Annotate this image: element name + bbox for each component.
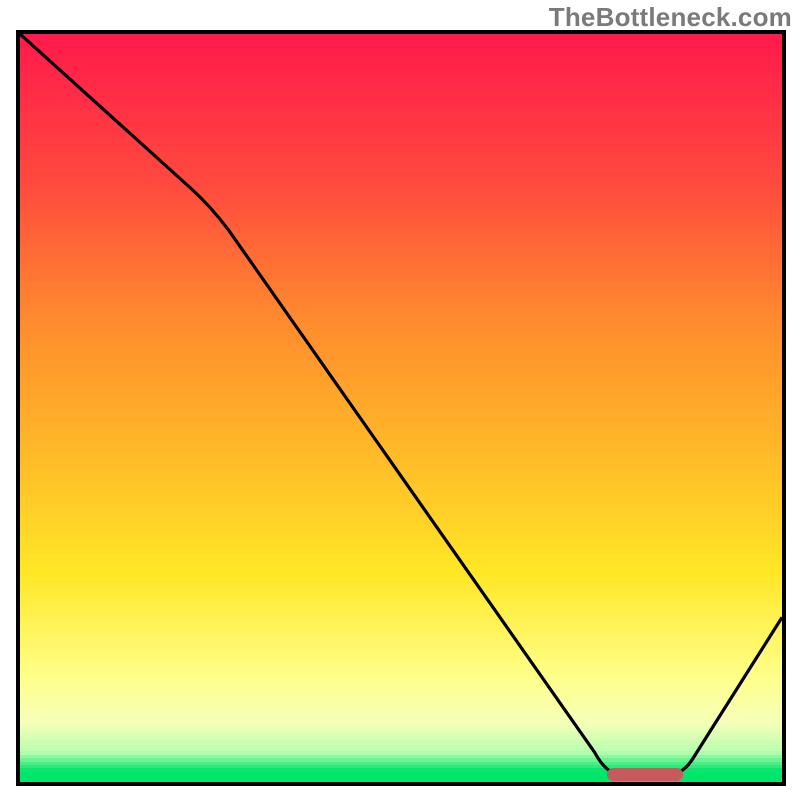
chart-root: TheBottleneck.com	[0, 0, 800, 800]
attribution-text: TheBottleneck.com	[549, 2, 792, 33]
optimal-range-marker	[607, 768, 683, 781]
bottleneck-curve	[20, 34, 782, 775]
curve-layer	[20, 34, 782, 782]
plot-frame	[16, 30, 786, 786]
